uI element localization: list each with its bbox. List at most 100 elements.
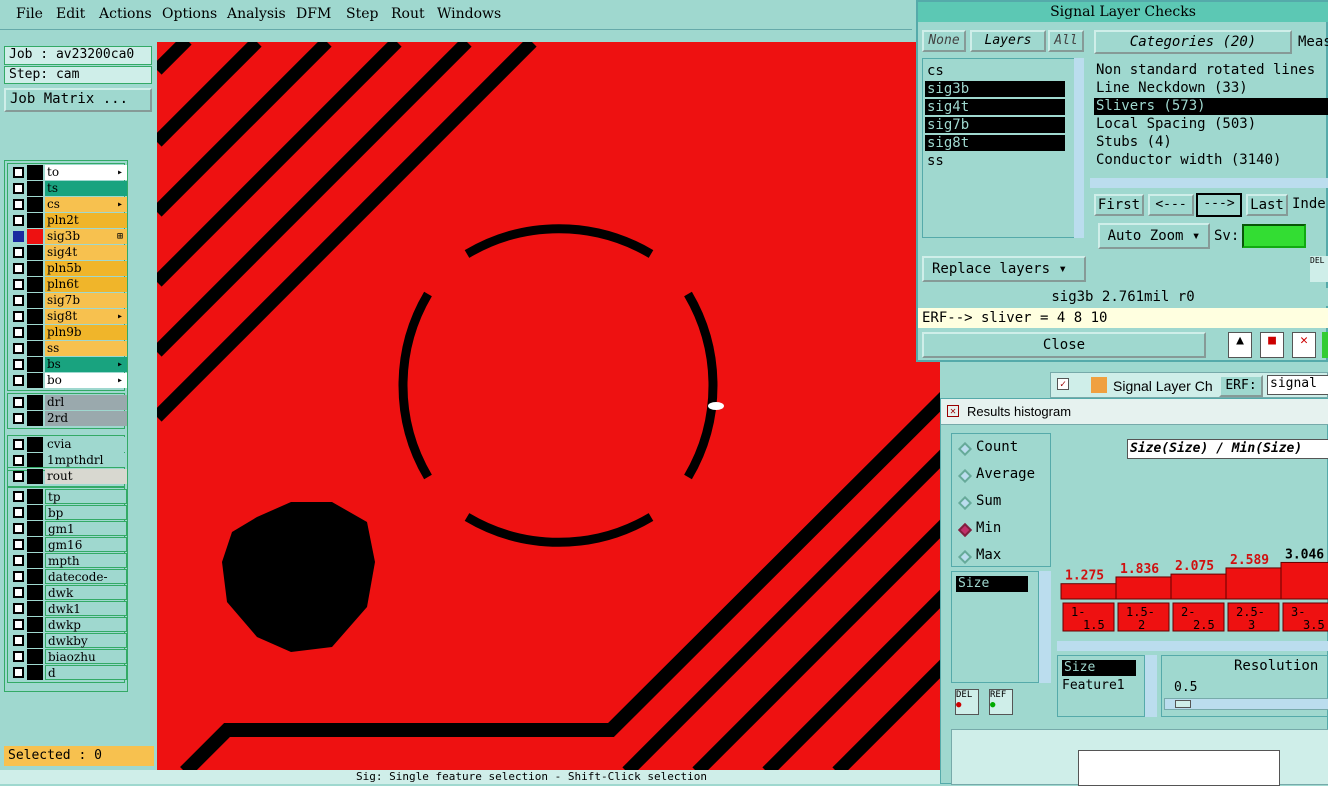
layer-checkbox[interactable] <box>13 397 24 408</box>
layer-row-dwk[interactable]: dwk <box>9 585 129 600</box>
layer-checkbox[interactable] <box>13 539 24 550</box>
tool-icon-1[interactable]: ▲ <box>1228 332 1252 358</box>
layer-checkbox[interactable] <box>13 295 24 306</box>
mode-radio-min[interactable] <box>957 522 973 538</box>
slc-layer-item-ss[interactable]: ss <box>925 153 1065 169</box>
slc-layer-item-sig4t[interactable]: sig4t <box>925 99 1065 115</box>
histogram-bar[interactable] <box>1060 583 1117 600</box>
slider-handle[interactable] <box>1175 700 1191 708</box>
layer-row-dwk1[interactable]: dwk1 <box>9 601 129 616</box>
tool-icon-2[interactable]: ■ <box>1260 332 1284 358</box>
layer-checkbox[interactable] <box>13 199 24 210</box>
histogram-bar[interactable] <box>1280 561 1328 600</box>
histogram-bar[interactable] <box>1225 567 1282 600</box>
layer-row-dwkby[interactable]: dwkby <box>9 633 129 648</box>
sv-dropdown[interactable] <box>1242 224 1306 248</box>
feature-scrollbar[interactable] <box>1145 655 1157 717</box>
replace-layers-button[interactable]: Replace layers ▾ <box>922 256 1086 282</box>
prev-button[interactable]: <--- <box>1148 194 1194 216</box>
layer-checkbox[interactable] <box>13 183 24 194</box>
categories-scrollbar[interactable] <box>1090 178 1328 188</box>
ref-button[interactable]: REF ● <box>989 689 1013 715</box>
histogram-bar[interactable] <box>1170 573 1227 600</box>
layer-row-cvia[interactable]: cvia <box>9 437 129 452</box>
layer-row-pln2t[interactable]: pln2t <box>9 213 129 228</box>
checkbox-icon[interactable]: ✓ <box>1057 378 1069 390</box>
layer-row-cs[interactable]: cs ▸ <box>9 197 129 212</box>
del-small-button[interactable]: DEL <box>1310 256 1328 282</box>
next-button[interactable]: ---> <box>1196 193 1242 217</box>
feature-list-item-feature1[interactable]: Feature1 <box>1062 678 1125 693</box>
layer-checkbox[interactable] <box>13 523 24 534</box>
slc-layer-item-sig8t[interactable]: sig8t <box>925 135 1065 151</box>
layer-row-sig4t[interactable]: sig4t <box>9 245 129 260</box>
layer-row-sig3b[interactable]: sig3b ⊞ <box>9 229 129 244</box>
layer-row-sig7b[interactable]: sig7b <box>9 293 129 308</box>
layer-row-gm16[interactable]: gm16 <box>9 537 129 552</box>
category-item[interactable]: Slivers (573) <box>1094 98 1328 115</box>
last-button[interactable]: Last <box>1246 194 1288 216</box>
category-item[interactable]: Stubs (4) <box>1094 134 1328 151</box>
menu-dfm[interactable]: DFM <box>296 6 331 22</box>
layer-row-1mpthdrl[interactable]: 1mpthdrl <box>9 453 129 468</box>
layer-checkbox[interactable] <box>13 247 24 258</box>
chart-scrollbar[interactable] <box>1057 641 1328 651</box>
close-button[interactable]: Close <box>922 332 1206 358</box>
layer-checkbox[interactable] <box>13 587 24 598</box>
category-item[interactable]: Local Spacing (503) <box>1094 116 1328 133</box>
layer-checkbox[interactable] <box>13 507 24 518</box>
auto-zoom-button[interactable]: Auto Zoom ▾ <box>1098 223 1210 249</box>
menu-rout[interactable]: Rout <box>391 6 425 22</box>
menu-step[interactable]: Step <box>346 6 378 22</box>
graphic-canvas[interactable] <box>157 42 940 772</box>
layer-checkbox[interactable] <box>13 375 24 386</box>
mode-radio-max[interactable] <box>957 549 973 565</box>
layer-checkbox[interactable] <box>13 455 24 466</box>
categories-button[interactable]: Categories (20) <box>1094 30 1292 54</box>
menu-edit[interactable]: Edit <box>56 6 85 22</box>
layer-row-drl[interactable]: drl <box>9 395 129 410</box>
mode-radio-count[interactable] <box>957 441 973 457</box>
layer-row-d[interactable]: d <box>9 665 129 680</box>
slc-layer-item-sig7b[interactable]: sig7b <box>925 117 1065 133</box>
category-item[interactable]: Conductor width (3140) <box>1094 152 1328 169</box>
layers-button[interactable]: Layers <box>970 30 1046 52</box>
layer-checkbox[interactable] <box>13 359 24 370</box>
layer-row-sig8t[interactable]: sig8t ▸ <box>9 309 129 324</box>
resolution-slider[interactable] <box>1164 698 1328 710</box>
layer-row-bo[interactable]: bo ▸ <box>9 373 129 388</box>
histogram-bar[interactable] <box>1115 576 1172 600</box>
layer-checkbox[interactable] <box>13 635 24 646</box>
layer-checkbox[interactable] <box>13 215 24 226</box>
job-matrix-button[interactable]: Job Matrix ... <box>4 88 152 112</box>
category-item[interactable]: Line Neckdown (33) <box>1094 80 1328 97</box>
all-button[interactable]: All <box>1048 30 1084 52</box>
layer-row-ts[interactable]: ts <box>9 181 129 196</box>
layer-row-dwkp[interactable]: dwkp <box>9 617 129 632</box>
first-button[interactable]: First <box>1094 194 1144 216</box>
layer-row-bp[interactable]: bp <box>9 505 129 520</box>
layer-row-ss[interactable]: ss <box>9 341 129 356</box>
layer-checkbox[interactable] <box>13 555 24 566</box>
menu-options[interactable]: Options <box>162 6 217 22</box>
layer-row-pln5b[interactable]: pln5b <box>9 261 129 276</box>
layer-row-mpth[interactable]: mpth <box>9 553 129 568</box>
close-icon[interactable]: ✕ <box>947 405 959 417</box>
measure-scrollbar[interactable] <box>1039 571 1051 683</box>
layer-row-bs[interactable]: bs ▸ <box>9 357 129 372</box>
layer-row-biaozhu[interactable]: biaozhu <box>9 649 129 664</box>
layer-checkbox[interactable] <box>13 343 24 354</box>
slc-layer-scrollbar[interactable] <box>1074 58 1084 238</box>
del-button[interactable]: DEL ● <box>955 689 979 715</box>
menu-file[interactable]: File <box>16 6 43 22</box>
layer-checkbox[interactable] <box>13 603 24 614</box>
none-button[interactable]: None <box>922 30 966 52</box>
mode-radio-average[interactable] <box>957 468 973 484</box>
category-item[interactable]: Non standard rotated lines <box>1094 62 1328 79</box>
layer-checkbox[interactable] <box>13 491 24 502</box>
slc-layer-item-sig3b[interactable]: sig3b <box>925 81 1065 97</box>
layer-checkbox[interactable] <box>13 279 24 290</box>
layer-row-gm1[interactable]: gm1 <box>9 521 129 536</box>
layer-checkbox[interactable] <box>13 413 24 424</box>
layer-checkbox[interactable] <box>13 667 24 678</box>
